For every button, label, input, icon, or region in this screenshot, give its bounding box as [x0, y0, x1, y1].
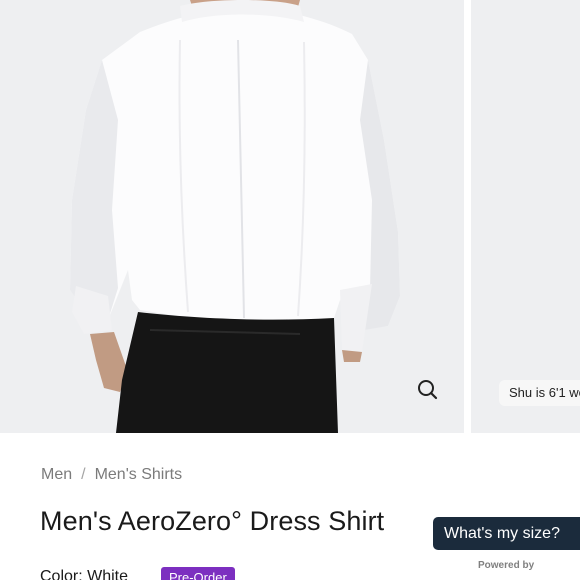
zoom-button[interactable] [412, 374, 444, 406]
powered-by-label: Powered by [478, 560, 535, 571]
breadcrumb: Men / Men's Shirts [41, 466, 182, 484]
gallery-next-slide[interactable]: Shu is 6'1 we [471, 0, 580, 433]
whats-my-size-button[interactable]: What's my size? [433, 517, 580, 550]
zoom-magnifier-icon [418, 380, 438, 400]
product-photo [70, 0, 400, 433]
breadcrumb-link-mens-shirts[interactable]: Men's Shirts [95, 466, 183, 484]
preorder-badge: Pre-Order [161, 567, 235, 580]
model-size-caption: Shu is 6'1 we [499, 380, 580, 406]
breadcrumb-link-men[interactable]: Men [41, 466, 72, 484]
product-title: Men's AeroZero° Dress Shirt [40, 506, 385, 536]
gallery-main-slide[interactable] [0, 0, 464, 433]
color-label: Color: White [40, 568, 129, 580]
product-gallery[interactable]: Shu is 6'1 we [0, 0, 580, 433]
breadcrumb-separator: / [81, 466, 86, 483]
